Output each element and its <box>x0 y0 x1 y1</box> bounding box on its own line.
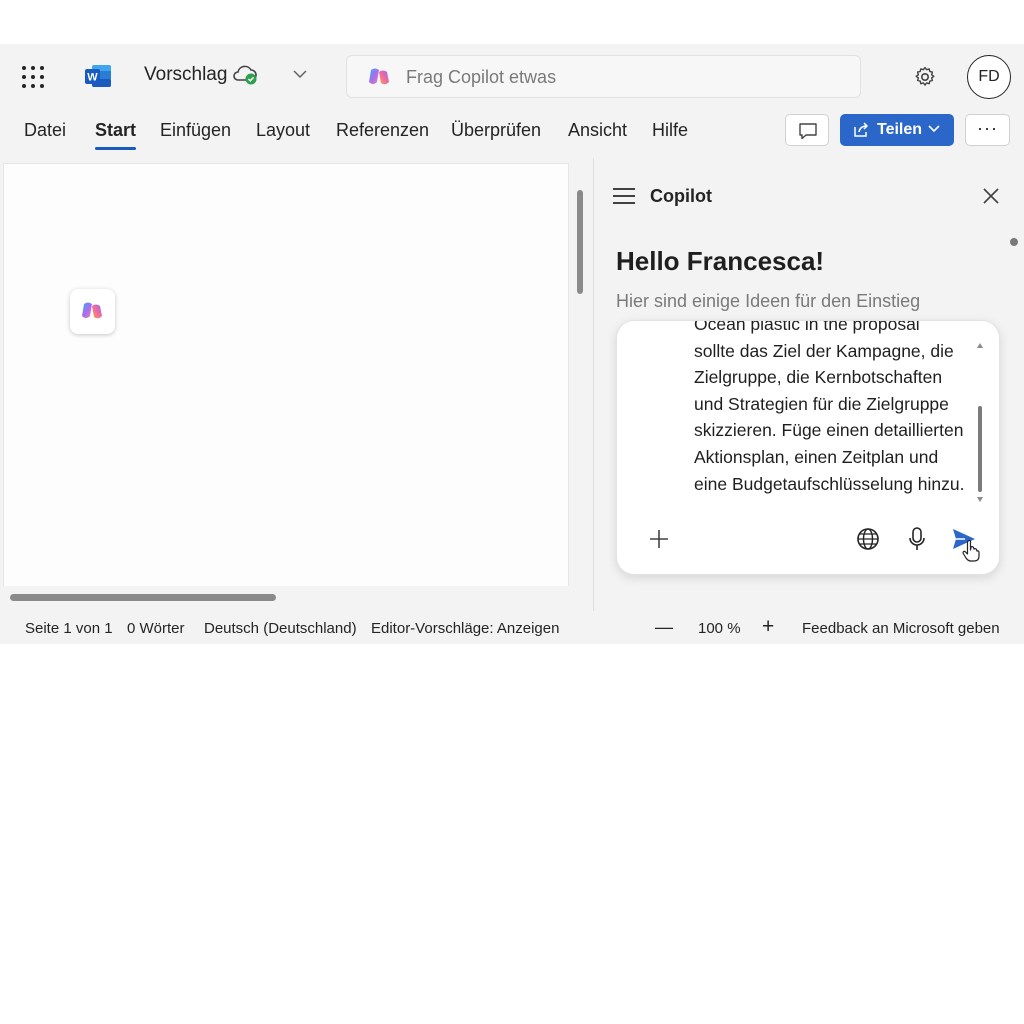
more-options-button[interactable]: ··· <box>965 114 1010 146</box>
svg-text:W: W <box>87 72 98 84</box>
title-bar: W Vorschlag Frag Copilot etwas FD <box>0 44 1024 108</box>
user-avatar[interactable]: FD <box>967 55 1011 99</box>
app-launcher-icon[interactable] <box>22 66 44 88</box>
word-logo-icon[interactable]: W <box>84 63 112 89</box>
close-icon[interactable] <box>982 187 1000 205</box>
prompt-line: Aktionsplan, einen Zeitplan und <box>694 446 939 467</box>
page-count[interactable]: Seite 1 von 1 <box>25 620 113 637</box>
tab-datei[interactable]: Datei <box>24 120 66 141</box>
zoom-out-button[interactable]: — <box>655 617 673 638</box>
prompt-line: und Strategien für die Zielgruppe <box>694 393 949 414</box>
language-status[interactable]: Deutsch (Deutschland) <box>204 620 357 637</box>
tab-referenzen[interactable]: Referenzen <box>336 120 429 141</box>
prompt-line: Ocean plastic in the proposal <box>694 320 920 334</box>
document-page[interactable] <box>3 163 569 586</box>
hand-cursor-icon <box>962 539 980 562</box>
scroll-down-arrow-icon[interactable] <box>977 497 983 502</box>
gear-icon[interactable] <box>913 65 937 89</box>
copilot-subtitle: Hier sind einige Ideen für den Einstieg <box>616 291 921 311</box>
prompt-text[interactable]: Ocean plastic in the proposal sollte das… <box>694 320 984 497</box>
cloud-saved-icon[interactable] <box>232 64 258 86</box>
copilot-pane: Copilot Hello Francesca! Hier sind einig… <box>594 158 1024 611</box>
tab-ansicht[interactable]: Ansicht <box>568 120 627 141</box>
comments-button[interactable] <box>785 114 829 146</box>
word-count[interactable]: 0 Wörter <box>127 620 185 637</box>
tab-hilfe[interactable]: Hilfe <box>652 120 688 141</box>
menu-icon[interactable] <box>613 188 635 204</box>
microphone-icon[interactable] <box>907 526 927 552</box>
copilot-composer[interactable]: Ocean plastic in the proposal sollte das… <box>616 320 1000 575</box>
prompt-scrollbar[interactable] <box>978 406 982 492</box>
feedback-link[interactable]: Feedback an Microsoft geben <box>802 620 1000 637</box>
tab-layout[interactable]: Layout <box>256 120 310 141</box>
prompt-line: Zielgruppe, die Kernbotschaften <box>694 367 943 388</box>
prompt-line: eine Budgetaufschlüsselung hinzu. <box>694 473 965 494</box>
document-canvas <box>0 158 594 611</box>
tab-ueberpruefen[interactable]: Überprüfen <box>451 120 541 141</box>
chevron-down-icon[interactable] <box>293 69 307 79</box>
share-label: Teilen <box>877 121 923 138</box>
zoom-in-button[interactable]: + <box>762 615 774 639</box>
copilot-greeting: Hello Francesca! <box>616 246 825 276</box>
tab-einfuegen[interactable]: Einfügen <box>160 120 231 141</box>
scroll-up-arrow-icon[interactable] <box>977 343 983 348</box>
word-app: W Vorschlag Frag Copilot etwas FD Datei … <box>0 44 1024 644</box>
ribbon-tabs: Datei Start Einfügen Layout Referenzen Ü… <box>0 108 1024 158</box>
copilot-icon <box>82 302 102 319</box>
zoom-level[interactable]: 100 % <box>698 620 741 637</box>
prompt-line: skizzieren. Füge einen detaillierten <box>694 420 964 441</box>
editor-suggestions[interactable]: Editor-Vorschläge: Anzeigen <box>371 620 559 637</box>
share-button[interactable]: Teilen <box>840 114 954 146</box>
share-icon <box>854 122 869 137</box>
tab-start[interactable]: Start <box>95 120 137 150</box>
copilot-floating-button[interactable] <box>70 289 115 334</box>
pane-scrollbar[interactable] <box>1010 238 1018 246</box>
document-title[interactable]: Vorschlag <box>144 64 227 86</box>
status-bar: Seite 1 von 1 0 Wörter Deutsch (Deutschl… <box>0 611 1024 644</box>
comment-icon <box>799 123 817 140</box>
search-placeholder: Frag Copilot etwas <box>406 67 557 87</box>
vertical-scrollbar[interactable] <box>577 190 583 294</box>
copilot-icon <box>369 68 389 85</box>
add-attachment-icon[interactable] <box>648 528 670 550</box>
prompt-line: sollte das Ziel der Kampagne, die <box>694 340 954 361</box>
copilot-pane-title: Copilot <box>650 186 712 206</box>
copilot-search-box[interactable]: Frag Copilot etwas <box>346 55 861 98</box>
chevron-down-icon <box>928 125 940 133</box>
globe-icon[interactable] <box>855 526 881 552</box>
horizontal-scrollbar[interactable] <box>10 594 276 601</box>
